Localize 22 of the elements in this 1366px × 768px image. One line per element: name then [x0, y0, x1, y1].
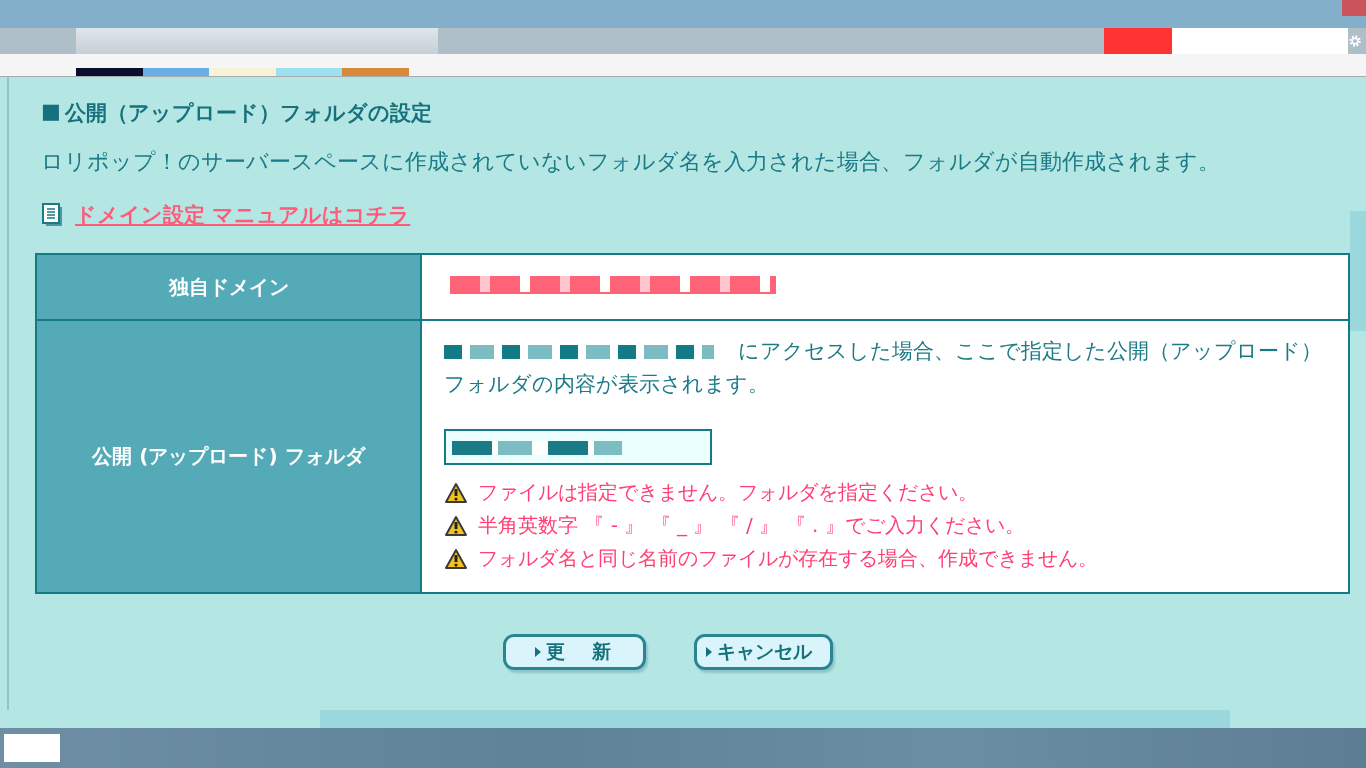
scrollbar-thumb[interactable] — [1350, 211, 1366, 331]
triangle-icon — [533, 646, 542, 658]
row-label: 独自ドメイン — [168, 274, 289, 299]
note-text: フォルダの内容が表示されます。 — [444, 372, 769, 396]
settings-icon[interactable] — [1347, 33, 1362, 49]
note-text: にアクセスした場合、ここで指定した公開（アップロード） — [738, 338, 1322, 365]
warning-icon — [444, 547, 468, 570]
cancel-button[interactable]: キャンセル — [693, 634, 833, 670]
square-bullet: ■ — [41, 99, 61, 125]
document-icon — [41, 202, 65, 228]
warning-icon — [444, 514, 468, 537]
warning-text: フォルダ名と同じ名前のファイルが存在する場合、作成できません。 — [478, 545, 1098, 572]
update-button[interactable]: 更 新 — [502, 634, 646, 670]
folder-input-field[interactable] — [444, 429, 712, 465]
redacted-block — [1342, 0, 1366, 16]
section-title: 公開（アップロード）フォルダの設定 — [64, 100, 432, 127]
description-text: ロリポップ！のサーバースペースに作成されていないフォルダ名を入力された場合、フォルダが自動作成されます。 — [41, 148, 1221, 176]
row-label: 公開 (アップロード) フォルダ — [92, 444, 365, 468]
warning-text: ファイルは指定できません。フォルダを指定ください。 — [478, 479, 978, 506]
warning-text: 半角英数字 『 - 』 『 _ 』 『 / 』 『 . 』でご入力ください。 — [478, 512, 1025, 539]
triangle-icon — [704, 646, 713, 658]
warning-icon — [444, 481, 468, 504]
